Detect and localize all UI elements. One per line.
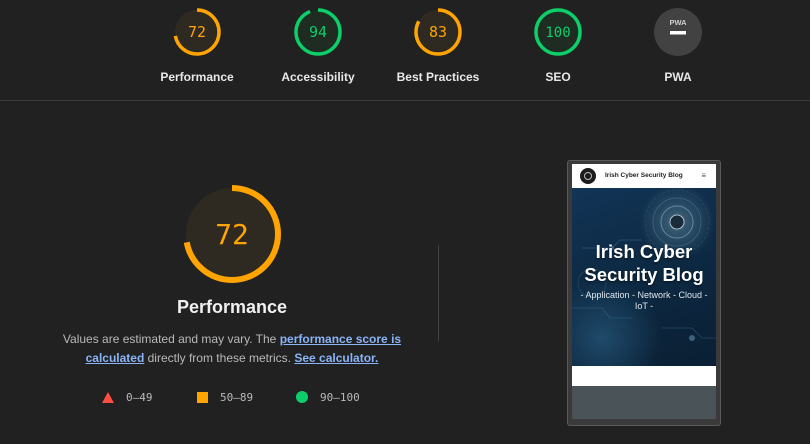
section-divider: [438, 245, 439, 341]
site-header: Irish Cyber Security Blog ≡: [572, 164, 716, 188]
category-scores-bar: 72 Performance 94 Accessibility 83 Best …: [0, 0, 810, 101]
main-gauge-score: 72: [215, 218, 249, 251]
gauge-best-practices-score: 83: [429, 23, 447, 41]
hero-subtitle: - Application - Network - Cloud - IoT -: [580, 290, 708, 311]
gauge-accessibility-ring: 94: [294, 8, 342, 56]
hero-title: Irish Cyber Security Blog: [584, 241, 704, 285]
site-logo-icon: [580, 168, 596, 184]
hamburger-menu-icon: ≡: [701, 171, 706, 180]
gauge-best-practices[interactable]: 83 Best Practices: [378, 6, 498, 84]
gauge-performance[interactable]: 72 Performance: [137, 6, 257, 84]
pwa-dash-icon: [670, 31, 686, 35]
site-hero: Irish Cyber Security Blog - Application …: [572, 188, 716, 366]
site-content-band: [572, 366, 716, 386]
gauge-seo-score: 100: [545, 25, 570, 41]
score-legend: 0–49 50–89 90–100: [102, 388, 402, 406]
pwa-badge-icon: PWA: [654, 8, 702, 56]
final-screenshot-frame[interactable]: Irish Cyber Security Blog ≡ Irish Cyber …: [567, 160, 721, 426]
pwa-badge-text: PWA: [669, 18, 687, 27]
legend-range-pass: 90–100: [320, 390, 360, 404]
performance-main-gauge: 72: [160, 182, 304, 297]
gauge-seo[interactable]: 100 SEO: [498, 6, 618, 84]
gauge-best-practices-label: Best Practices: [396, 70, 480, 84]
triangle-icon: [102, 391, 114, 403]
gauge-best-practices-ring: 83: [414, 8, 462, 56]
gauge-performance-score: 72: [188, 23, 206, 41]
gauge-accessibility-label: Accessibility: [281, 70, 355, 84]
square-icon: [197, 391, 208, 403]
legend-item-fail: 0–49: [102, 388, 153, 406]
gauge-pwa[interactable]: PWA PWA: [618, 6, 738, 84]
gauge-accessibility-score: 94: [309, 23, 327, 41]
final-screenshot: Irish Cyber Security Blog ≡ Irish Cyber …: [572, 164, 716, 419]
gauge-accessibility[interactable]: 94 Accessibility: [258, 6, 378, 84]
legend-range-average: 50–89: [220, 390, 254, 404]
performance-title: Performance: [176, 297, 288, 317]
legend-range-fail: 0–49: [126, 390, 153, 404]
desc-text-2: directly from these metrics.: [144, 351, 295, 365]
gauge-performance-label: Performance: [160, 70, 234, 84]
gauge-performance-ring: 72: [173, 8, 221, 56]
see-calculator-link[interactable]: See calculator.: [294, 351, 378, 365]
legend-item-average: 50–89: [197, 388, 253, 406]
gauge-pwa-label: PWA: [664, 70, 692, 84]
gauge-seo-label: SEO: [545, 70, 571, 84]
performance-description: Values are estimated and may vary. The p…: [60, 330, 404, 368]
gauge-seo-ring: 100: [534, 8, 582, 56]
performance-main-ring: 72: [183, 185, 281, 283]
circle-icon: [296, 391, 308, 403]
site-name: Irish Cyber Security Blog: [605, 172, 683, 179]
desc-text-1: Values are estimated and may vary. The: [62, 332, 280, 346]
legend-item-pass: 90–100: [296, 388, 360, 406]
